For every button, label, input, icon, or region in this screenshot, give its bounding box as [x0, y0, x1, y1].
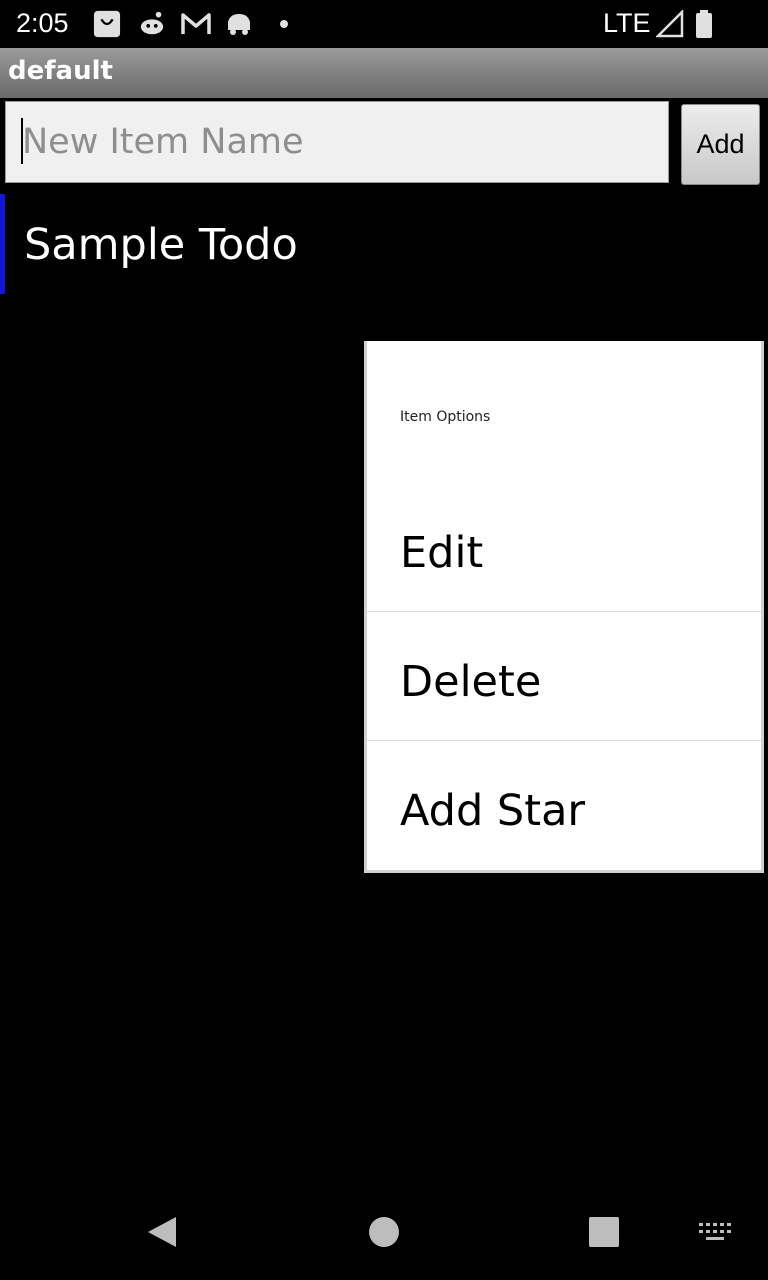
menu-item-label: Edit — [400, 528, 484, 578]
list-title: default — [8, 56, 113, 86]
home-icon[interactable] — [368, 1216, 400, 1248]
network-type: LTE — [603, 8, 651, 38]
signal-icon — [656, 10, 684, 38]
selection-marker — [0, 194, 5, 294]
title-bar: default — [0, 48, 768, 98]
status-time: 2:05 — [16, 8, 69, 38]
android-auto-icon — [228, 14, 250, 35]
shopping-bag-icon — [93, 10, 121, 38]
menu-item-delete[interactable]: Delete — [367, 611, 761, 740]
todo-label: Sample Todo — [24, 220, 298, 270]
menu-item-edit[interactable]: Edit — [367, 482, 761, 611]
navigation-bar — [0, 1184, 768, 1280]
menu-item-add-star[interactable]: Add Star — [367, 740, 761, 869]
battery-icon — [696, 10, 712, 38]
item-options-menu: Item Options Edit Delete Add Star — [364, 341, 764, 873]
recents-icon[interactable] — [588, 1216, 620, 1248]
list-item[interactable]: Sample Todo — [0, 194, 768, 294]
add-button[interactable]: Add — [681, 104, 760, 185]
reddit-icon — [140, 11, 164, 35]
dot-icon — [280, 20, 288, 28]
gmail-icon — [181, 13, 211, 34]
status-bar: 2:05 LTE — [0, 0, 768, 48]
menu-title: Item Options — [400, 409, 491, 425]
back-icon[interactable] — [146, 1216, 178, 1248]
new-item-input[interactable] — [5, 101, 669, 183]
text-cursor — [21, 118, 23, 164]
keyboard-icon[interactable] — [698, 1222, 732, 1242]
menu-item-label: Delete — [400, 657, 542, 707]
menu-item-label: Add Star — [400, 786, 586, 836]
